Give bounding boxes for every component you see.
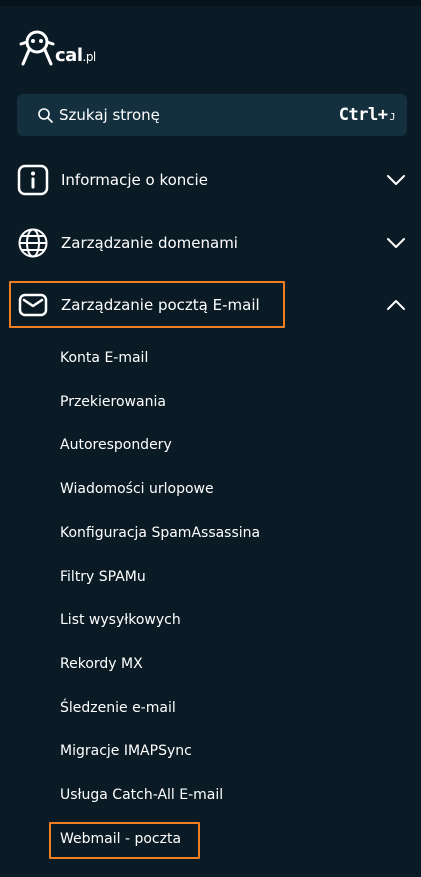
- info-icon: [17, 164, 49, 196]
- nav-section-email[interactable]: Zarządzanie pocztą E-mail: [10, 284, 410, 326]
- chevron-down-icon: [387, 175, 405, 185]
- top-strip: [0, 0, 421, 6]
- submenu-item-email-accounts[interactable]: Konta E-mail: [60, 350, 148, 366]
- mail-icon: [17, 289, 49, 321]
- submenu-item-catch-all[interactable]: Usługa Catch-All E-mail: [60, 787, 223, 803]
- submenu-item-forwarders[interactable]: Przekierowania: [60, 394, 166, 410]
- submenu-item-email-tracking[interactable]: Śledzenie e-mail: [60, 700, 176, 716]
- submenu-item-mx-records[interactable]: Rekordy MX: [60, 656, 143, 672]
- submenu-item-mailing-lists[interactable]: List wysyłkowych: [60, 612, 181, 628]
- submenu-item-autoresponders[interactable]: Autorespondery: [60, 437, 172, 453]
- submenu-item-vacation-messages[interactable]: Wiadomości urlopowe: [60, 481, 214, 497]
- globe-icon: [17, 227, 49, 259]
- logo[interactable]: cal.pl: [17, 24, 96, 68]
- submenu-item-imapsync[interactable]: Migracje IMAPSync: [60, 743, 192, 759]
- chevron-down-icon: [387, 238, 405, 248]
- search-icon: [38, 108, 53, 123]
- logo-text: cal.pl: [55, 45, 96, 66]
- chevron-up-icon: [387, 300, 405, 310]
- submenu-item-spam-filters[interactable]: Filtry SPAMu: [60, 569, 146, 585]
- search-shortcut: Ctrl+ J: [338, 105, 396, 125]
- submenu-item-spamassassin[interactable]: Konfiguracja SpamAssassina: [60, 525, 260, 541]
- sidebar: cal.pl Szukaj stronę Ctrl+ J Informacje o…: [0, 0, 421, 877]
- nav-section-account-info[interactable]: Informacje o koncie: [10, 159, 410, 201]
- nav-section-domains[interactable]: Zarządzanie domenami: [10, 222, 410, 264]
- highlight-frame: [49, 822, 200, 859]
- mascot-logo-icon: [19, 30, 55, 66]
- nav-section-label: Zarządzanie pocztą E-mail: [61, 296, 260, 314]
- nav-section-label: Informacje o koncie: [61, 171, 208, 189]
- search-bar[interactable]: Szukaj stronę Ctrl+ J: [17, 94, 407, 136]
- search-label: Szukaj stronę: [59, 106, 160, 124]
- nav-section-label: Zarządzanie domenami: [61, 234, 238, 252]
